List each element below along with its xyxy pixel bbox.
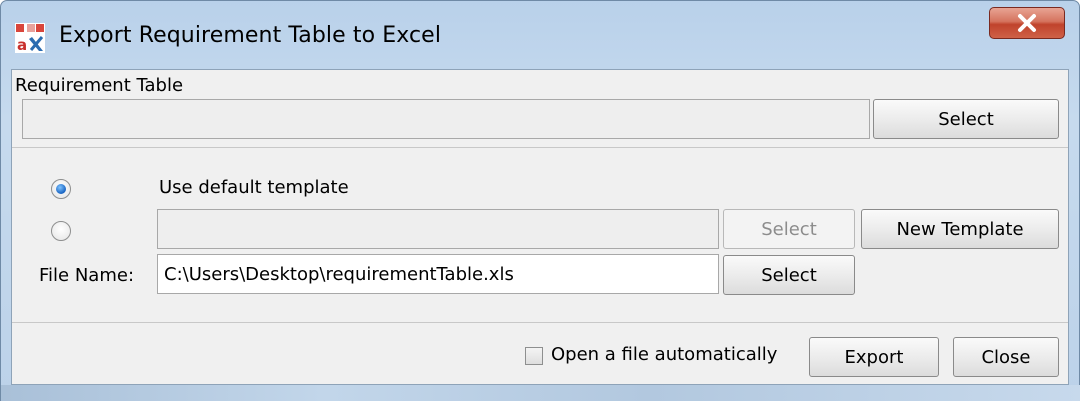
dialog-window: a Export Requirement Table to Excel Requ… [0,0,1080,401]
svg-text:a: a [17,36,27,53]
default-template-label: Use default template [159,177,349,198]
custom-template-input[interactable] [158,210,718,248]
select-button-label: Select [938,108,994,130]
open-automatically-label: Open a file automatically [551,344,778,365]
open-automatically-checkbox[interactable] [525,347,543,365]
select-button-label: Select [761,218,817,240]
custom-template-radio[interactable] [51,221,71,241]
default-template-radio[interactable] [51,179,71,199]
file-name-select-button[interactable]: Select [723,255,855,295]
window-bottom-edge [1,385,1080,401]
file-name-input[interactable] [158,255,718,293]
requirement-table-select-button[interactable]: Select [873,99,1059,139]
requirement-table-label: Requirement Table [15,75,184,96]
title-bar[interactable]: a Export Requirement Table to Excel [1,1,1079,69]
close-window-button[interactable] [989,7,1065,39]
window-title: Export Requirement Table to Excel [59,23,442,48]
close-x-icon [1016,13,1038,33]
section-divider [12,147,1068,148]
requirement-table-field[interactable] [22,99,870,139]
radio-selected-dot [56,184,66,194]
new-template-label: New Template [896,218,1024,240]
file-name-label: File Name: [39,265,135,286]
custom-template-field[interactable] [157,209,719,249]
export-button[interactable]: Export [809,337,939,377]
export-label: Export [844,346,904,368]
close-label: Close [981,346,1031,368]
app-an-icon: a [15,23,45,54]
custom-template-select-button[interactable]: Select [723,209,855,249]
new-template-button[interactable]: New Template [861,209,1059,249]
footer-divider [12,322,1068,323]
file-name-field[interactable] [157,254,719,294]
select-button-label: Select [761,264,817,286]
close-button[interactable]: Close [953,337,1059,377]
